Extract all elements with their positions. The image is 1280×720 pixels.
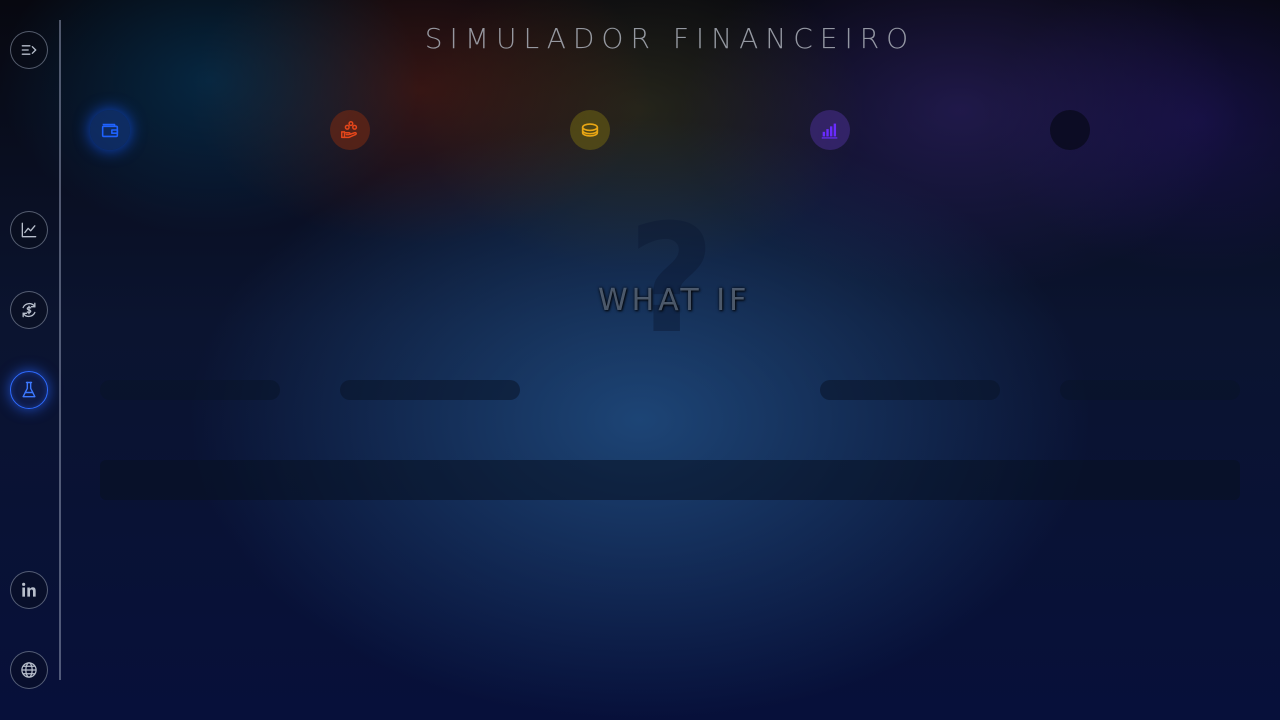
input-placeholder[interactable] bbox=[340, 380, 520, 400]
menu-collapse-icon bbox=[21, 45, 37, 55]
wallet-icon bbox=[101, 123, 119, 138]
what-if-heading: WHAT IF bbox=[598, 283, 751, 318]
app-page: SIMULADOR FINANCEIRO ? WHAT IF bbox=[0, 0, 1280, 720]
linkedin-icon bbox=[22, 582, 36, 597]
page-title: SIMULADOR FINANCEIRO bbox=[424, 22, 916, 55]
line-chart-icon bbox=[21, 222, 37, 238]
hand-coins-icon bbox=[341, 121, 358, 139]
input-placeholder[interactable] bbox=[100, 380, 280, 400]
sidebar-item-exchange[interactable] bbox=[10, 291, 48, 329]
input-placeholder[interactable] bbox=[820, 380, 1000, 400]
category-empty-button[interactable] bbox=[1050, 110, 1090, 150]
currency-exchange-icon bbox=[22, 302, 36, 318]
category-savings-button[interactable] bbox=[570, 110, 610, 150]
input-placeholder[interactable] bbox=[1060, 380, 1240, 400]
category-investment-button[interactable] bbox=[810, 110, 850, 150]
category-income-button[interactable] bbox=[330, 110, 370, 150]
linkedin-link[interactable] bbox=[10, 571, 48, 609]
sidebar-item-chart[interactable] bbox=[10, 211, 48, 249]
coin-stack-icon bbox=[581, 123, 599, 137]
category-wallet-button[interactable] bbox=[90, 110, 130, 150]
sidebar-divider bbox=[59, 20, 61, 680]
flask-icon bbox=[22, 381, 36, 398]
website-link[interactable] bbox=[10, 651, 48, 689]
question-mark-graphic: ? bbox=[628, 193, 716, 367]
result-bar-placeholder bbox=[100, 460, 1240, 500]
sidebar-item-lab[interactable] bbox=[10, 371, 48, 409]
menu-toggle-button[interactable] bbox=[10, 31, 48, 69]
globe-icon bbox=[21, 662, 37, 678]
bar-chart-icon bbox=[821, 123, 838, 139]
